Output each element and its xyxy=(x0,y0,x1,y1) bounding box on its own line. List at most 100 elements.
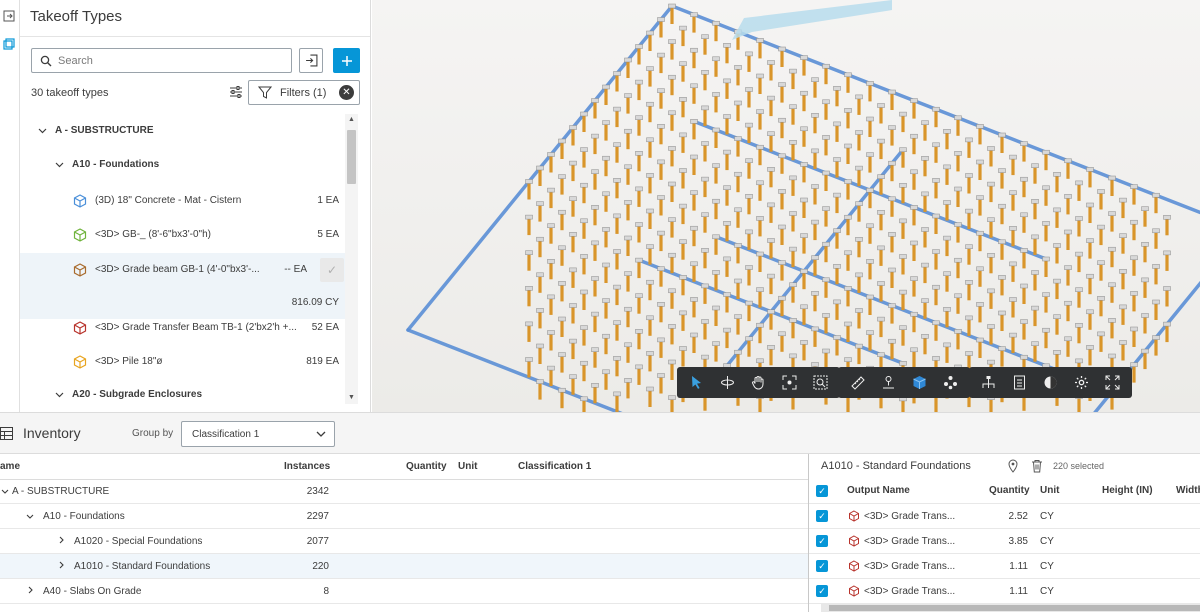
output-unit: CY xyxy=(1040,511,1054,522)
column-header-unit[interactable]: Unit xyxy=(458,454,477,479)
column-header-instances[interactable]: Instances xyxy=(284,454,330,479)
pan-icon[interactable] xyxy=(743,369,774,396)
chevron-right-icon[interactable] xyxy=(59,536,65,547)
search-field[interactable] xyxy=(31,48,292,73)
chevron-down-icon[interactable] xyxy=(54,160,64,170)
explode-icon[interactable] xyxy=(935,369,966,396)
column-header-width[interactable]: Width xyxy=(1176,485,1200,496)
takeoff-types-icon[interactable] xyxy=(0,34,18,54)
orbit-icon[interactable] xyxy=(712,369,743,396)
import-button[interactable] xyxy=(299,48,323,73)
section-icon[interactable] xyxy=(873,369,904,396)
add-takeoff-type-button[interactable] xyxy=(333,48,360,73)
table-icon xyxy=(0,427,13,440)
takeoff-count: 30 takeoff types xyxy=(31,87,109,99)
output-quantity: 1.11 xyxy=(1009,586,1028,597)
location-pin-icon[interactable] xyxy=(1007,459,1019,473)
chevron-down-icon[interactable] xyxy=(26,512,34,523)
model-tree-icon[interactable] xyxy=(973,369,1004,396)
horizontal-scrollbar[interactable] xyxy=(821,604,1200,612)
import-icon xyxy=(305,54,317,67)
tree-item[interactable]: <3D> Grade Transfer Beam TB-1 (2'bx2'h +… xyxy=(20,311,345,344)
scroll-thumb[interactable] xyxy=(829,605,1200,611)
row-instances: 2342 xyxy=(306,486,329,497)
chevron-down-icon[interactable] xyxy=(37,126,47,136)
output-unit: CY xyxy=(1040,561,1054,572)
output-unit: CY xyxy=(1040,586,1054,597)
inventory-header: Inventory Group by Classification 1 xyxy=(0,412,1200,454)
column-header-quantity[interactable]: Quantity xyxy=(406,454,447,479)
chevron-right-icon[interactable] xyxy=(59,561,65,572)
chevron-down-icon[interactable] xyxy=(1,487,9,498)
output-row[interactable]: ✓ <3D> Grade Trans... 1.11 CY xyxy=(809,579,1200,604)
output-row[interactable]: ✓ <3D> Grade Trans... 3.85 CY xyxy=(809,529,1200,554)
search-input[interactable] xyxy=(58,54,278,67)
measure-icon[interactable] xyxy=(842,369,873,396)
zoom-window-icon[interactable] xyxy=(805,369,836,396)
tree-scrollbar[interactable]: ▲ ▼ xyxy=(345,114,358,404)
table-row[interactable]: A - SUBSTRUCTURE 2342 xyxy=(0,479,808,504)
chevron-down-icon[interactable] xyxy=(54,390,64,400)
tree-item-qty: 52 EA xyxy=(311,322,339,333)
tree-item-qty: -- EA xyxy=(284,264,307,275)
cube-icon xyxy=(73,354,87,369)
trash-icon[interactable] xyxy=(1031,459,1043,473)
scroll-up-icon[interactable]: ▲ xyxy=(347,116,356,124)
measure-toolbar xyxy=(838,367,970,398)
clear-filter-icon[interactable]: ✕ xyxy=(339,85,354,100)
takeoff-types-panel: Takeoff Types 30 takeoff types Filters (… xyxy=(20,0,371,412)
output-name: <3D> Grade Trans... xyxy=(864,586,956,597)
tune-icon[interactable] xyxy=(228,83,244,101)
table-row-selected[interactable]: A1010 - Standard Foundations 220 xyxy=(0,554,808,579)
row-instances: 220 xyxy=(312,561,329,572)
tree-item-label: (3D) 18" Concrete - Mat - Cistern xyxy=(95,195,242,206)
cube-icon[interactable] xyxy=(904,369,935,396)
group-by-select[interactable]: Classification 1 xyxy=(181,421,335,447)
table-row[interactable]: A1020 - Special Foundations 2077 xyxy=(0,529,808,554)
tree-subgroup-subgrade[interactable]: A20 - Subgrade Enclosures xyxy=(20,378,345,404)
tree-item[interactable]: <3D> GB-_ (8'-6"bx3'-0"h) 5 EA xyxy=(20,218,345,251)
chevron-right-icon[interactable] xyxy=(28,586,34,597)
row-name: A1010 - Standard Foundations xyxy=(74,561,211,572)
tree-subgroup-foundations[interactable]: A10 - Foundations xyxy=(20,148,345,181)
row-checkbox[interactable]: ✓ xyxy=(816,585,828,597)
divider xyxy=(20,36,370,37)
tree-item[interactable]: (3D) 18" Concrete - Mat - Cistern 1 EA xyxy=(20,184,345,217)
table-row[interactable]: A40 - Slabs On Grade 8 xyxy=(0,579,808,604)
fit-icon[interactable] xyxy=(774,369,805,396)
export-icon[interactable] xyxy=(0,6,18,26)
row-checkbox[interactable]: ✓ xyxy=(816,535,828,547)
filters-button[interactable]: Filters (1) ✕ xyxy=(248,80,360,105)
column-header-quantity[interactable]: Quantity xyxy=(989,485,1030,496)
column-header-classification[interactable]: Classification 1 xyxy=(518,454,591,479)
tree-group-substructure[interactable]: A - SUBSTRUCTURE xyxy=(20,114,345,147)
column-header-output-name[interactable]: Output Name xyxy=(847,485,910,496)
tree-item-selected[interactable]: <3D> Grade beam GB-1 (4'-0"bx3'-... -- E… xyxy=(20,253,345,286)
tree-item-qty: 1 EA xyxy=(317,195,339,206)
plus-icon xyxy=(341,55,352,66)
column-header-height[interactable]: Height (IN) xyxy=(1102,485,1153,496)
table-row[interactable]: A10 - Foundations 2297 xyxy=(0,504,808,529)
select-all-checkbox[interactable]: ✓ xyxy=(816,485,828,497)
settings-icon[interactable] xyxy=(1066,369,1097,396)
output-row[interactable]: ✓ <3D> Grade Trans... 1.11 CY xyxy=(809,554,1200,579)
output-row[interactable]: ✓ <3D> Grade Trans... 2.52 CY xyxy=(809,504,1200,529)
output-quantity: 1.11 xyxy=(1009,561,1028,572)
render-icon[interactable] xyxy=(1035,369,1066,396)
output-unit: CY xyxy=(1040,536,1054,547)
scroll-thumb[interactable] xyxy=(347,130,356,184)
output-quantity: 2.52 xyxy=(1008,511,1028,522)
tree-item[interactable]: <3D> Pile 18"ø 819 EA xyxy=(20,345,345,378)
fullscreen-icon[interactable] xyxy=(1097,369,1128,396)
column-header-name[interactable]: ame xyxy=(0,454,20,479)
scroll-down-icon[interactable]: ▼ xyxy=(347,394,356,402)
row-checkbox[interactable]: ✓ xyxy=(816,510,828,522)
3d-viewport[interactable] xyxy=(372,0,1200,412)
properties-icon[interactable] xyxy=(1004,369,1035,396)
row-checkbox[interactable]: ✓ xyxy=(816,560,828,572)
select-icon[interactable] xyxy=(681,369,712,396)
check-icon[interactable]: ✓ xyxy=(320,257,344,282)
group-by-value: Classification 1 xyxy=(192,428,260,440)
cube-icon xyxy=(849,535,859,547)
column-header-unit[interactable]: Unit xyxy=(1040,485,1059,496)
